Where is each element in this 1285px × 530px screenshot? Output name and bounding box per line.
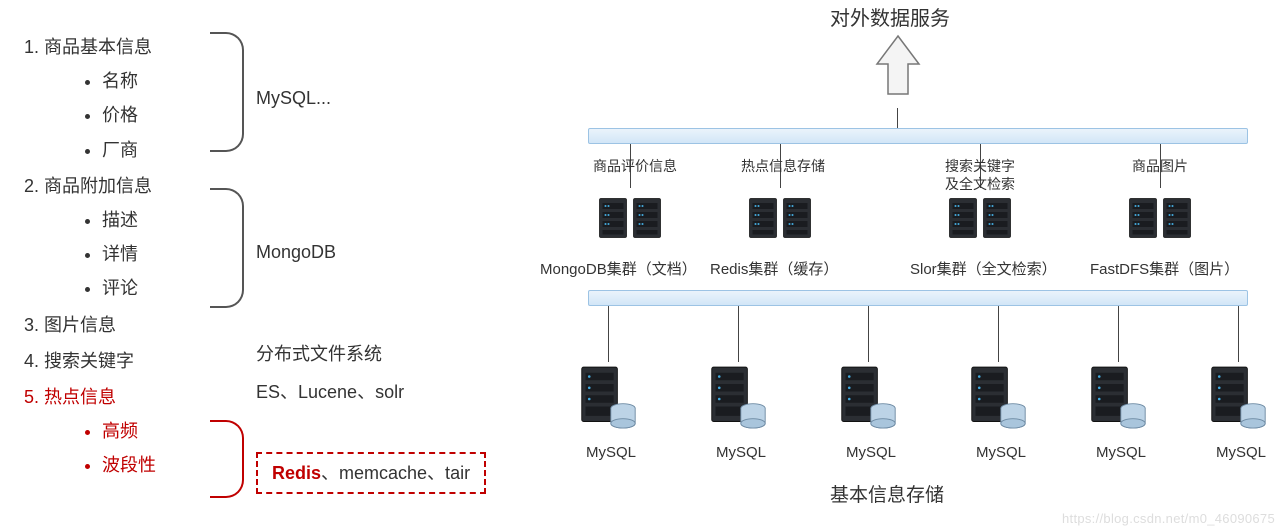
cluster-top-label: 商品评价信息 xyxy=(580,158,690,176)
outline-sub: 描述 xyxy=(102,203,448,237)
outline-title: 商品附加信息 xyxy=(44,176,152,196)
arrow-up-icon xyxy=(875,34,921,115)
db-label: MySQL xyxy=(1086,444,1156,461)
db-server-icon xyxy=(578,360,638,443)
connector-line xyxy=(608,306,609,362)
db-server-icon xyxy=(1088,360,1148,443)
tech-label-redis-box: Redis、memcache、tair xyxy=(256,452,486,494)
server-pair-icon xyxy=(598,188,662,248)
arch-top-title: 对外数据服务 xyxy=(830,2,950,31)
db-label: MySQL xyxy=(966,444,1036,461)
connector-line xyxy=(1118,306,1119,362)
outline-title: 热点信息 xyxy=(44,387,116,407)
connector-line xyxy=(738,306,739,362)
db-label: MySQL xyxy=(576,444,646,461)
brace-icon xyxy=(210,188,244,308)
cluster-top-label: 商品图片 xyxy=(1110,158,1210,176)
watermark: https://blog.csdn.net/m0_46090675 xyxy=(1062,511,1275,526)
db-label: MySQL xyxy=(836,444,906,461)
tech-label-mysql: MySQL... xyxy=(256,88,331,109)
cluster-top-label: 热点信息存储 xyxy=(728,158,838,176)
outline-title: 搜索关键字 xyxy=(44,351,134,371)
arch-bottom-title: 基本信息存储 xyxy=(830,480,944,507)
server-pair-icon xyxy=(948,188,1012,248)
bus-bar-top xyxy=(588,128,1248,144)
connector-line xyxy=(1238,306,1239,362)
outline-item-2: 商品附加信息 描述 详情 评论 xyxy=(44,169,448,306)
cluster-sub-label: Redis集群（缓存） xyxy=(710,258,838,279)
redis-rest: 、memcache、tair xyxy=(321,463,470,483)
connector-line xyxy=(998,306,999,362)
outline-sub: 高频 xyxy=(102,414,448,448)
tech-label-mongodb: MongoDB xyxy=(256,242,336,263)
tech-label-es: ES、Lucene、solr xyxy=(256,378,404,404)
db-label: MySQL xyxy=(1206,444,1276,461)
db-label: MySQL xyxy=(706,444,776,461)
cluster-sub-label: MongoDB集群（文档） xyxy=(540,258,697,279)
db-server-icon xyxy=(708,360,768,443)
outline-title: 商品基本信息 xyxy=(44,37,152,57)
brace-icon xyxy=(210,420,244,498)
redis-highlight: Redis xyxy=(272,463,321,483)
tech-label-dfs: 分布式文件系统 xyxy=(256,340,382,366)
outline-item-3: 图片信息 xyxy=(44,308,448,342)
cluster-sub-label: FastDFS集群（图片） xyxy=(1090,258,1239,279)
outline-sub: 厂商 xyxy=(102,133,448,167)
architecture-diagram: 对外数据服务 商品评价信息 热点信息存储 搜索关键字 及全文检索 商品图片 xyxy=(480,0,1280,530)
brace-icon xyxy=(210,32,244,152)
connector-line xyxy=(868,306,869,362)
outline-item-4: 搜索关键字 xyxy=(44,344,448,378)
db-server-icon xyxy=(968,360,1028,443)
connector-line xyxy=(897,108,898,128)
server-pair-icon xyxy=(1128,188,1192,248)
outline-sub: 评论 xyxy=(102,271,448,305)
server-pair-icon xyxy=(748,188,812,248)
outline-title: 图片信息 xyxy=(44,315,116,335)
outline-item-1: 商品基本信息 名称 价格 厂商 xyxy=(44,30,448,167)
bus-bar-bottom xyxy=(588,290,1248,306)
db-server-icon xyxy=(1208,360,1268,443)
db-server-icon xyxy=(838,360,898,443)
cluster-sub-label: Slor集群（全文检索） xyxy=(910,258,1057,279)
